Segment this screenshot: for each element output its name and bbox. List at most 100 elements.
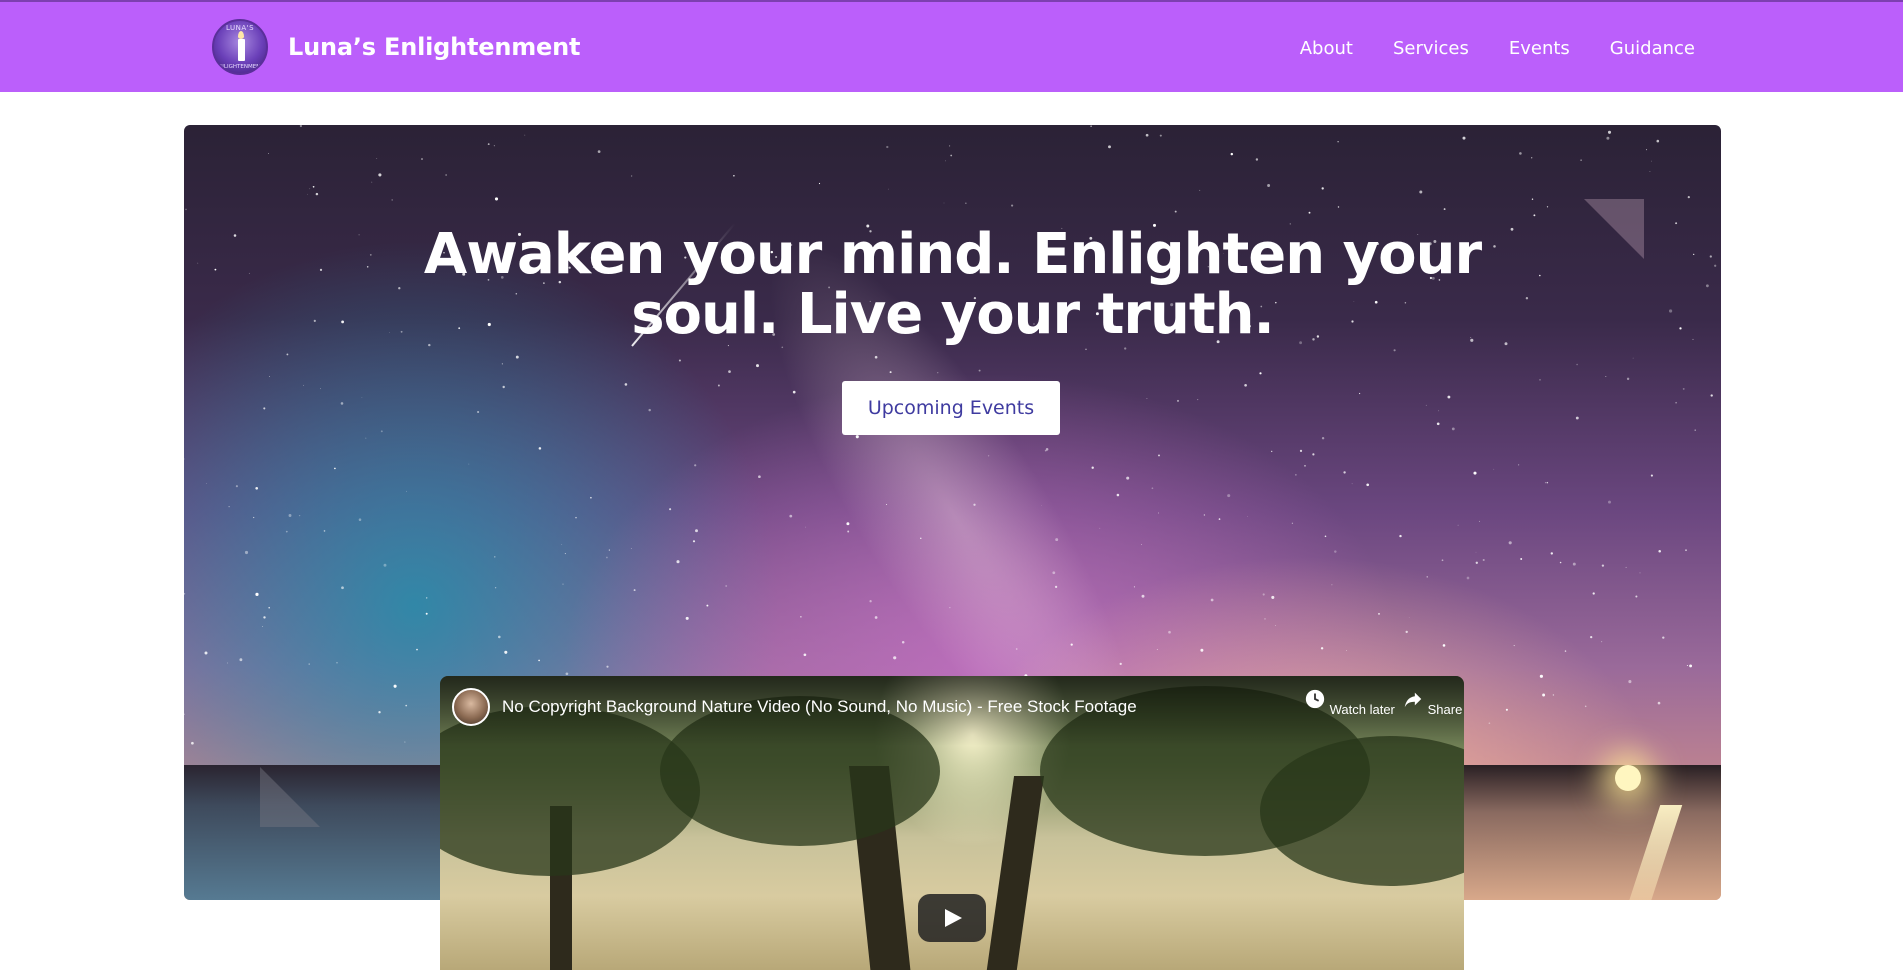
star xyxy=(261,625,264,628)
star xyxy=(630,175,633,177)
star xyxy=(1146,397,1148,400)
star xyxy=(498,635,501,639)
star xyxy=(1358,392,1361,395)
share-label: Share xyxy=(1427,702,1463,717)
star xyxy=(406,490,408,492)
channel-avatar[interactable] xyxy=(452,688,490,726)
star xyxy=(1689,664,1693,668)
star xyxy=(206,483,207,484)
nav-link-guidance[interactable]: Guidance xyxy=(1610,38,1695,59)
star xyxy=(1531,198,1534,200)
star xyxy=(1399,534,1402,538)
star xyxy=(605,556,608,559)
star xyxy=(1488,722,1491,725)
horizon-right xyxy=(1451,765,1721,900)
star xyxy=(608,549,610,551)
star xyxy=(1518,464,1520,466)
star xyxy=(1457,524,1459,526)
star xyxy=(1475,561,1478,564)
star xyxy=(1575,416,1579,420)
star xyxy=(1466,576,1470,580)
share-button[interactable]: Share xyxy=(1402,688,1462,717)
star xyxy=(1090,125,1092,128)
tree-trunk xyxy=(985,776,1045,970)
star xyxy=(383,563,387,567)
star xyxy=(1145,133,1149,137)
star xyxy=(1203,514,1206,516)
logo-candle-icon[interactable]: LUNA'S ENLIGHTENMENT xyxy=(212,19,268,75)
star xyxy=(1552,694,1555,696)
star xyxy=(678,359,681,362)
star xyxy=(633,589,636,592)
star xyxy=(1052,571,1056,575)
nav-link-services[interactable]: Services xyxy=(1393,38,1469,59)
star xyxy=(1299,449,1303,453)
star xyxy=(306,193,308,195)
star xyxy=(1337,206,1340,208)
logo-text-bottom: ENLIGHTENMENT xyxy=(216,64,264,70)
star xyxy=(1544,482,1546,484)
star xyxy=(1694,429,1696,431)
star xyxy=(1584,705,1587,708)
star xyxy=(185,208,187,211)
star xyxy=(263,407,266,410)
star xyxy=(1045,448,1049,451)
star xyxy=(1419,190,1423,194)
star xyxy=(1158,454,1160,457)
star xyxy=(425,597,428,599)
star xyxy=(869,600,872,603)
star xyxy=(978,369,981,372)
star xyxy=(1126,476,1130,480)
star xyxy=(889,371,892,374)
star xyxy=(1482,558,1485,562)
star xyxy=(1291,522,1294,524)
star xyxy=(376,158,378,159)
star xyxy=(334,467,336,470)
star xyxy=(1267,184,1271,187)
star xyxy=(1405,630,1408,634)
star xyxy=(789,514,793,518)
brand[interactable]: LUNA'S ENLIGHTENMENT Luna’s Enlightenmen… xyxy=(212,17,581,77)
star xyxy=(1686,664,1688,667)
horizon-left xyxy=(184,765,484,900)
star xyxy=(1197,399,1199,401)
star xyxy=(416,648,418,651)
star xyxy=(244,550,249,555)
star xyxy=(1210,598,1214,602)
brand-name[interactable]: Luna’s Enlightenment xyxy=(288,33,581,61)
star xyxy=(1151,487,1154,490)
star xyxy=(493,145,495,147)
star xyxy=(404,741,406,743)
star xyxy=(1011,204,1014,207)
star xyxy=(1607,130,1612,134)
star xyxy=(285,530,288,533)
star xyxy=(340,402,344,405)
star xyxy=(468,463,470,465)
video-embed[interactable]: No Copyright Background Nature Video (No… xyxy=(440,676,1464,970)
star xyxy=(502,385,505,389)
star xyxy=(920,537,922,539)
star xyxy=(1650,474,1653,477)
star xyxy=(1657,701,1661,705)
star xyxy=(308,663,310,665)
star xyxy=(1218,518,1221,520)
star xyxy=(1176,399,1180,402)
star xyxy=(950,154,953,157)
upcoming-events-button[interactable]: Upcoming Events xyxy=(842,381,1060,435)
star xyxy=(630,548,632,549)
star xyxy=(268,606,270,609)
star xyxy=(692,540,696,543)
video-title[interactable]: No Copyright Background Nature Video (No… xyxy=(502,697,1137,717)
star xyxy=(1055,538,1059,542)
star xyxy=(590,496,592,499)
nav-link-events[interactable]: Events xyxy=(1509,38,1570,59)
watch-later-button[interactable]: Watch later xyxy=(1304,688,1395,717)
star xyxy=(1462,136,1466,140)
play-button[interactable] xyxy=(918,894,986,942)
star xyxy=(303,384,304,386)
nav-link-about[interactable]: About xyxy=(1300,38,1353,59)
star xyxy=(1247,516,1248,517)
star xyxy=(606,665,609,668)
star xyxy=(1426,576,1428,578)
star xyxy=(365,437,367,439)
